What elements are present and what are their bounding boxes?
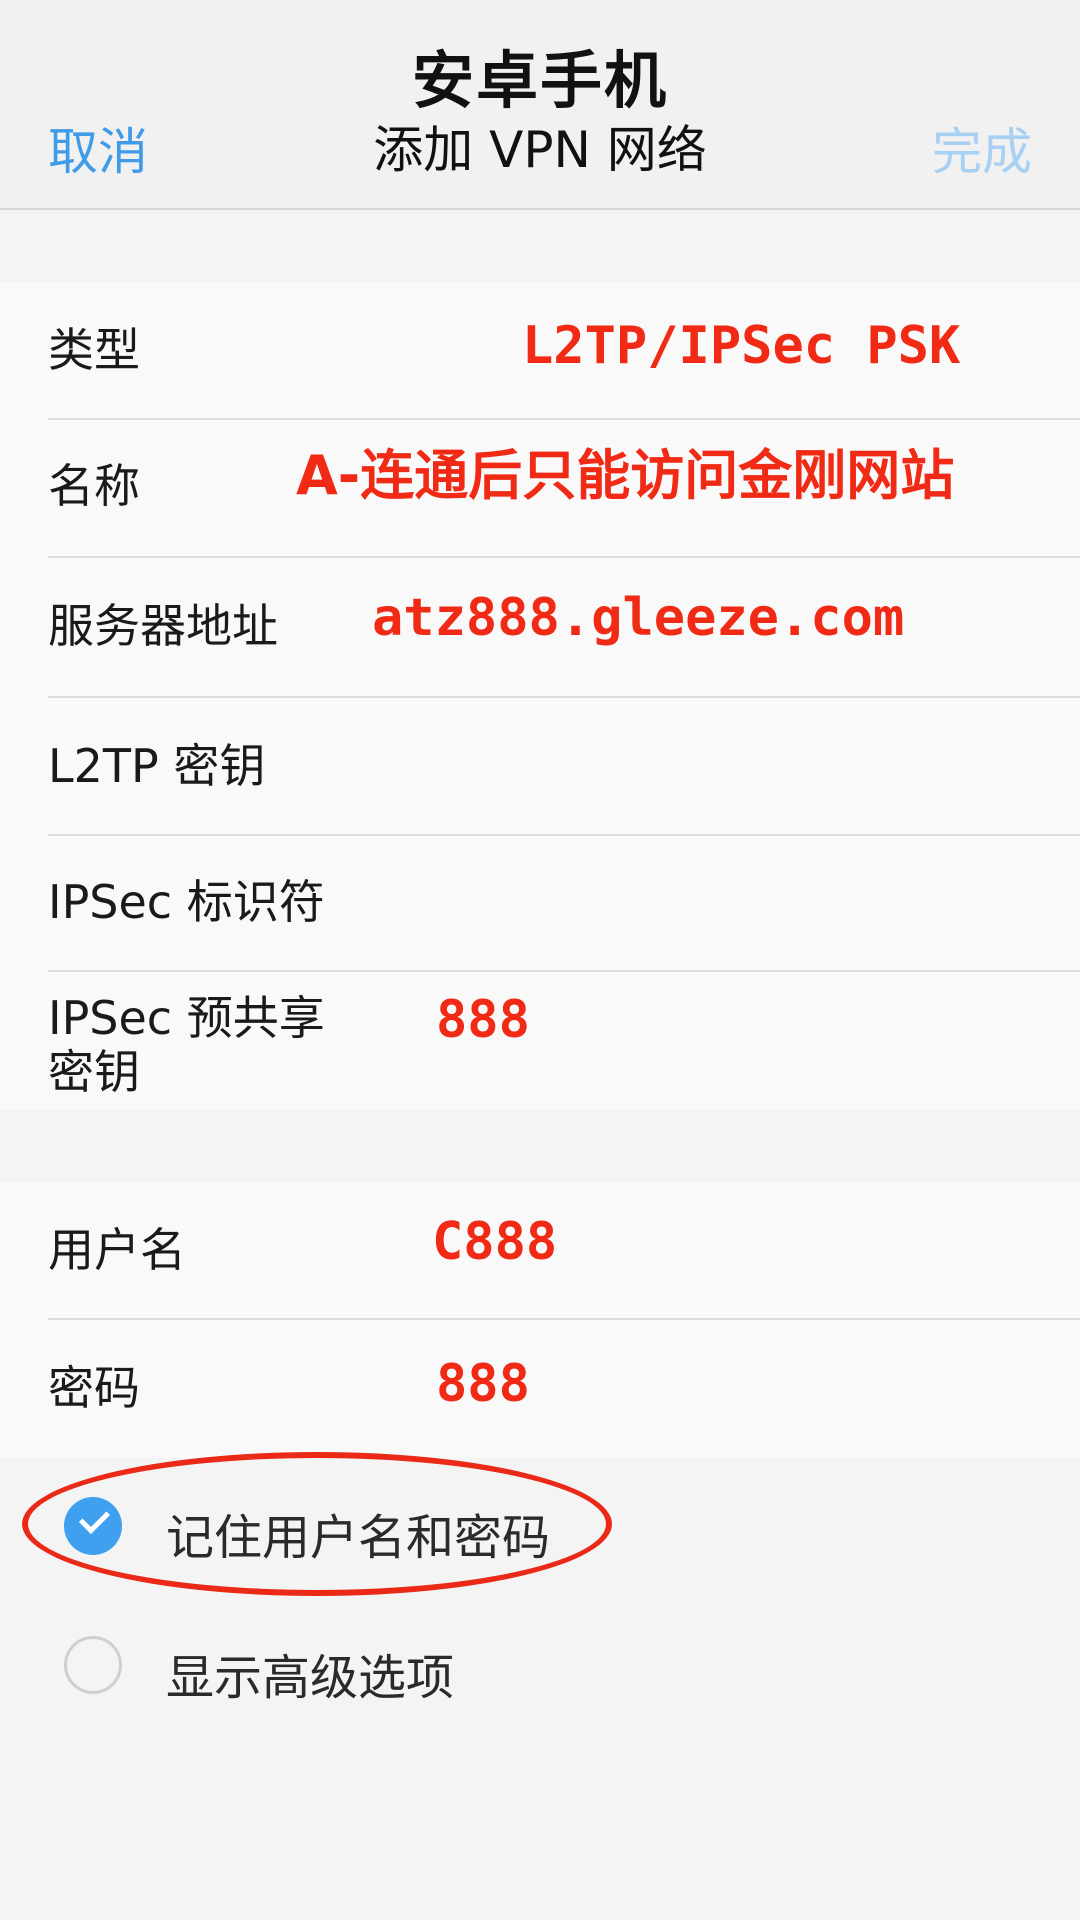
l2tp-key-row[interactable]: L2TP 密钥 <box>0 698 1080 834</box>
ipsec-psk-value[interactable]: 888 <box>436 990 530 1050</box>
credentials-section: 用户名 C888 密码 888 <box>0 1182 1080 1458</box>
name-row[interactable]: 名称 A-连通后只能访问金刚网站 <box>0 420 1080 556</box>
password-row[interactable]: 密码 888 <box>0 1320 1080 1458</box>
password-value[interactable]: 888 <box>436 1354 530 1414</box>
l2tp-key-label: L2TP 密钥 <box>48 739 266 793</box>
watermark-title: 安卓手机 <box>411 44 668 117</box>
type-value: L2TP/IPSec PSK <box>522 316 961 376</box>
annotation-ellipse <box>22 1452 612 1596</box>
name-value[interactable]: A-连通后只能访问金刚网站 <box>296 446 954 506</box>
done-button[interactable]: 完成 <box>932 112 1032 184</box>
password-label: 密码 <box>48 1361 140 1415</box>
vpn-settings-section: 类型 L2TP/IPSec PSK 名称 A-连通后只能访问金刚网站 服务器地址… <box>0 282 1080 1110</box>
show-advanced-option[interactable]: 显示高级选项 <box>0 1606 1080 1726</box>
ipsec-psk-row[interactable]: IPSec 预共享 密钥 888 <box>0 972 1080 1110</box>
username-label: 用户名 <box>48 1223 186 1277</box>
server-row[interactable]: 服务器地址 atz888.gleeze.com <box>0 558 1080 694</box>
type-row[interactable]: 类型 L2TP/IPSec PSK <box>0 282 1080 418</box>
username-value[interactable]: C888 <box>432 1212 557 1272</box>
show-advanced-label: 显示高级选项 <box>166 1650 455 1706</box>
ipsec-psk-label-line1: IPSec 预共享 <box>48 991 325 1045</box>
page-title: 添加 VPN 网络 <box>373 121 707 179</box>
server-address-label: 服务器地址 <box>48 599 278 653</box>
type-label: 类型 <box>48 323 140 377</box>
ipsec-id-row[interactable]: IPSec 标识符 <box>0 836 1080 970</box>
unchecked-checkbox-icon[interactable] <box>64 1636 122 1694</box>
ipsec-identifier-label: IPSec 标识符 <box>48 875 325 929</box>
ipsec-psk-label-line2: 密钥 <box>48 1045 140 1099</box>
nav-header: 安卓手机 取消 添加 VPN 网络 完成 <box>0 0 1080 210</box>
name-label: 名称 <box>48 459 140 513</box>
server-address-value[interactable]: atz888.gleeze.com <box>372 588 904 648</box>
username-row[interactable]: 用户名 C888 <box>0 1182 1080 1318</box>
